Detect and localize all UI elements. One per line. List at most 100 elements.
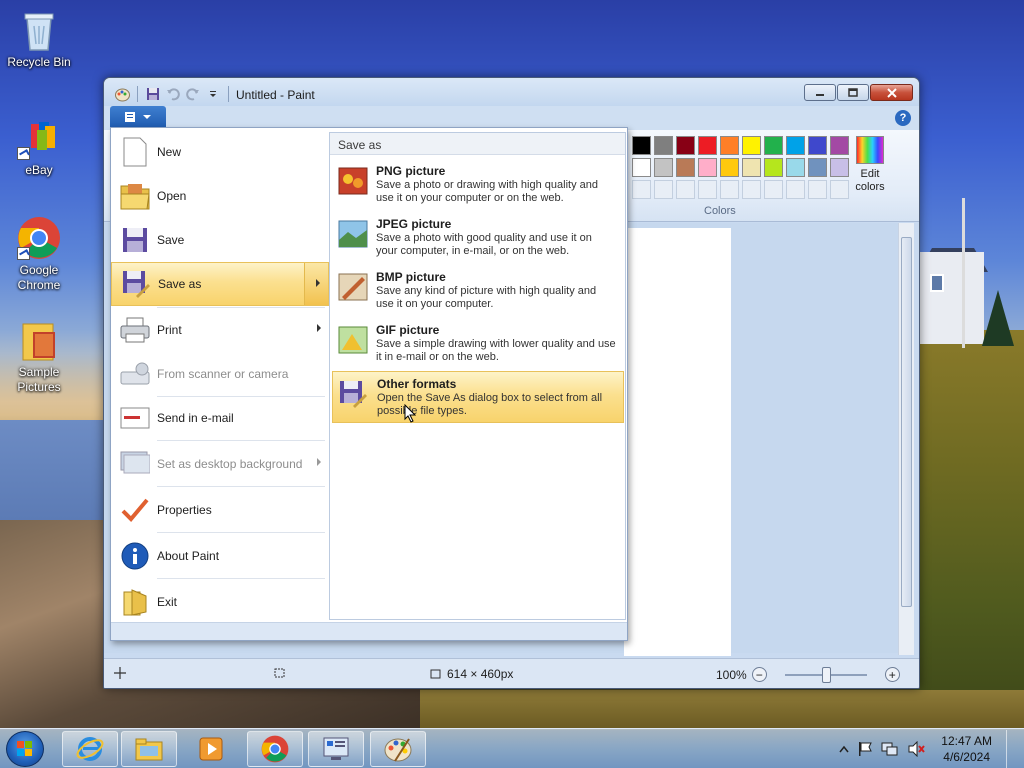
- edit-colors-icon: [856, 136, 884, 164]
- taskbar-paint[interactable]: [370, 731, 426, 767]
- close-button[interactable]: [870, 84, 913, 101]
- color-swatch[interactable]: [676, 136, 695, 155]
- save-as-other-formats[interactable]: Other formats Open the Save As dialog bo…: [332, 371, 624, 423]
- menu-item-print[interactable]: Print: [111, 308, 329, 352]
- format-title: GIF picture: [376, 323, 440, 337]
- custom-color-slot[interactable]: [720, 180, 739, 199]
- menu-separator: [157, 532, 325, 533]
- taskbar-control-panel[interactable]: [308, 731, 364, 767]
- start-button[interactable]: [6, 731, 44, 767]
- title-bar: Untitled - Paint: [104, 78, 919, 106]
- save-as-bmp[interactable]: BMP picture Save any kind of picture wit…: [332, 265, 624, 317]
- color-swatch[interactable]: [786, 158, 805, 177]
- menu-item-open[interactable]: Open: [111, 174, 329, 218]
- save-as-icon: [120, 268, 152, 300]
- color-swatch[interactable]: [742, 158, 761, 177]
- window-title: Untitled - Paint: [236, 88, 315, 102]
- color-swatch[interactable]: [830, 136, 849, 155]
- taskbar-file-explorer[interactable]: [121, 731, 177, 767]
- custom-color-slot[interactable]: [808, 180, 827, 199]
- color-swatch[interactable]: [764, 158, 783, 177]
- save-icon[interactable]: [145, 86, 161, 102]
- taskbar-google-chrome[interactable]: [247, 731, 303, 767]
- menu-item-exit[interactable]: Exit: [111, 580, 329, 624]
- format-description: Save a simple drawing with lower quality…: [376, 338, 616, 363]
- format-description: Save any kind of picture with high quali…: [376, 285, 597, 310]
- menu-item-send-email[interactable]: Send in e-mail: [111, 396, 329, 440]
- file-menu-commands: New Open Save Save as Print From scanner…: [111, 128, 329, 618]
- info-icon: [119, 540, 151, 572]
- minimize-button[interactable]: [804, 84, 836, 101]
- color-swatch[interactable]: [654, 158, 673, 177]
- show-desktop-button[interactable]: [1006, 730, 1016, 768]
- color-swatch[interactable]: [808, 136, 827, 155]
- wallpaper-grass: [420, 690, 1024, 730]
- color-swatch[interactable]: [720, 136, 739, 155]
- action-center-flag-icon[interactable]: [857, 741, 873, 757]
- menu-item-save[interactable]: Save: [111, 218, 329, 262]
- colors-group-label: Colors: [704, 205, 736, 217]
- menu-item-save-as[interactable]: Save as: [111, 262, 329, 306]
- bmp-picture-icon: [338, 273, 368, 301]
- color-swatch[interactable]: [764, 136, 783, 155]
- taskbar-media-player[interactable]: [183, 731, 239, 767]
- color-swatch[interactable]: [720, 158, 739, 177]
- canvas-size-icon: [430, 669, 441, 679]
- zoom-in-button[interactable]: +: [884, 667, 900, 682]
- desktop-icon-google-chrome[interactable]: Google Chrome: [0, 216, 78, 293]
- zoom-out-button[interactable]: −: [751, 667, 767, 682]
- edit-colors-button[interactable]: Edit colors: [848, 136, 892, 194]
- color-swatch[interactable]: [698, 136, 717, 155]
- network-icon[interactable]: [881, 741, 899, 757]
- drawing-canvas[interactable]: [624, 228, 731, 656]
- save-as-gif[interactable]: GIF picture Save a simple drawing with l…: [332, 318, 624, 370]
- maximize-button[interactable]: [837, 84, 869, 101]
- menu-item-label: From scanner or camera: [157, 367, 289, 381]
- open-folder-icon: [119, 180, 151, 212]
- canvas-size-readout: 614 × 460px: [428, 667, 513, 681]
- menu-item-new[interactable]: New: [111, 130, 329, 174]
- format-title: Other formats: [377, 377, 457, 391]
- volume-muted-icon[interactable]: [907, 741, 926, 757]
- desktop-icon-ebay[interactable]: eBay: [0, 116, 78, 178]
- custom-color-slot[interactable]: [654, 180, 673, 199]
- email-icon: [119, 402, 151, 434]
- menu-item-label: Save as: [158, 277, 202, 291]
- color-swatch[interactable]: [786, 136, 805, 155]
- redo-icon[interactable]: [185, 86, 201, 102]
- desktop-icon-recycle-bin[interactable]: Recycle Bin: [0, 8, 78, 70]
- taskbar-internet-explorer[interactable]: [62, 731, 118, 767]
- customize-toolbar-icon[interactable]: [205, 86, 221, 102]
- color-swatch[interactable]: [632, 136, 651, 155]
- zoom-slider-thumb[interactable]: [821, 666, 831, 683]
- custom-color-slot[interactable]: [632, 180, 651, 199]
- color-swatch[interactable]: [632, 158, 651, 177]
- custom-color-slot[interactable]: [698, 180, 717, 199]
- color-swatch[interactable]: [676, 158, 695, 177]
- zoom-slider[interactable]: [784, 666, 867, 683]
- color-swatch[interactable]: [742, 136, 761, 155]
- undo-icon[interactable]: [165, 86, 181, 102]
- menu-item-about-paint[interactable]: About Paint: [111, 534, 329, 578]
- help-icon[interactable]: ?: [895, 110, 911, 126]
- color-swatch[interactable]: [830, 158, 849, 177]
- custom-color-slot[interactable]: [742, 180, 761, 199]
- save-as-jpeg[interactable]: JPEG picture Save a photo with good qual…: [332, 212, 624, 264]
- custom-color-slot[interactable]: [786, 180, 805, 199]
- custom-color-slot[interactable]: [764, 180, 783, 199]
- chrome-icon: [261, 735, 289, 763]
- color-swatch[interactable]: [808, 158, 827, 177]
- vertical-scrollbar[interactable]: [898, 223, 914, 655]
- menu-item-properties[interactable]: Properties: [111, 488, 329, 532]
- custom-color-slot[interactable]: [676, 180, 695, 199]
- color-swatch[interactable]: [698, 158, 717, 177]
- desktop-icon-sample-pictures[interactable]: Sample Pictures: [0, 318, 78, 395]
- custom-color-slot[interactable]: [830, 180, 849, 199]
- save-as-png[interactable]: PNG picture Save a photo or drawing with…: [332, 159, 624, 211]
- file-menu-button[interactable]: [110, 106, 166, 128]
- scrollbar-thumb[interactable]: [901, 237, 912, 607]
- clock[interactable]: 12:47 AM 4/6/2024: [941, 733, 992, 765]
- paint-app-icon[interactable]: [114, 86, 130, 102]
- color-swatch[interactable]: [654, 136, 673, 155]
- show-hidden-icons-icon[interactable]: [839, 745, 849, 753]
